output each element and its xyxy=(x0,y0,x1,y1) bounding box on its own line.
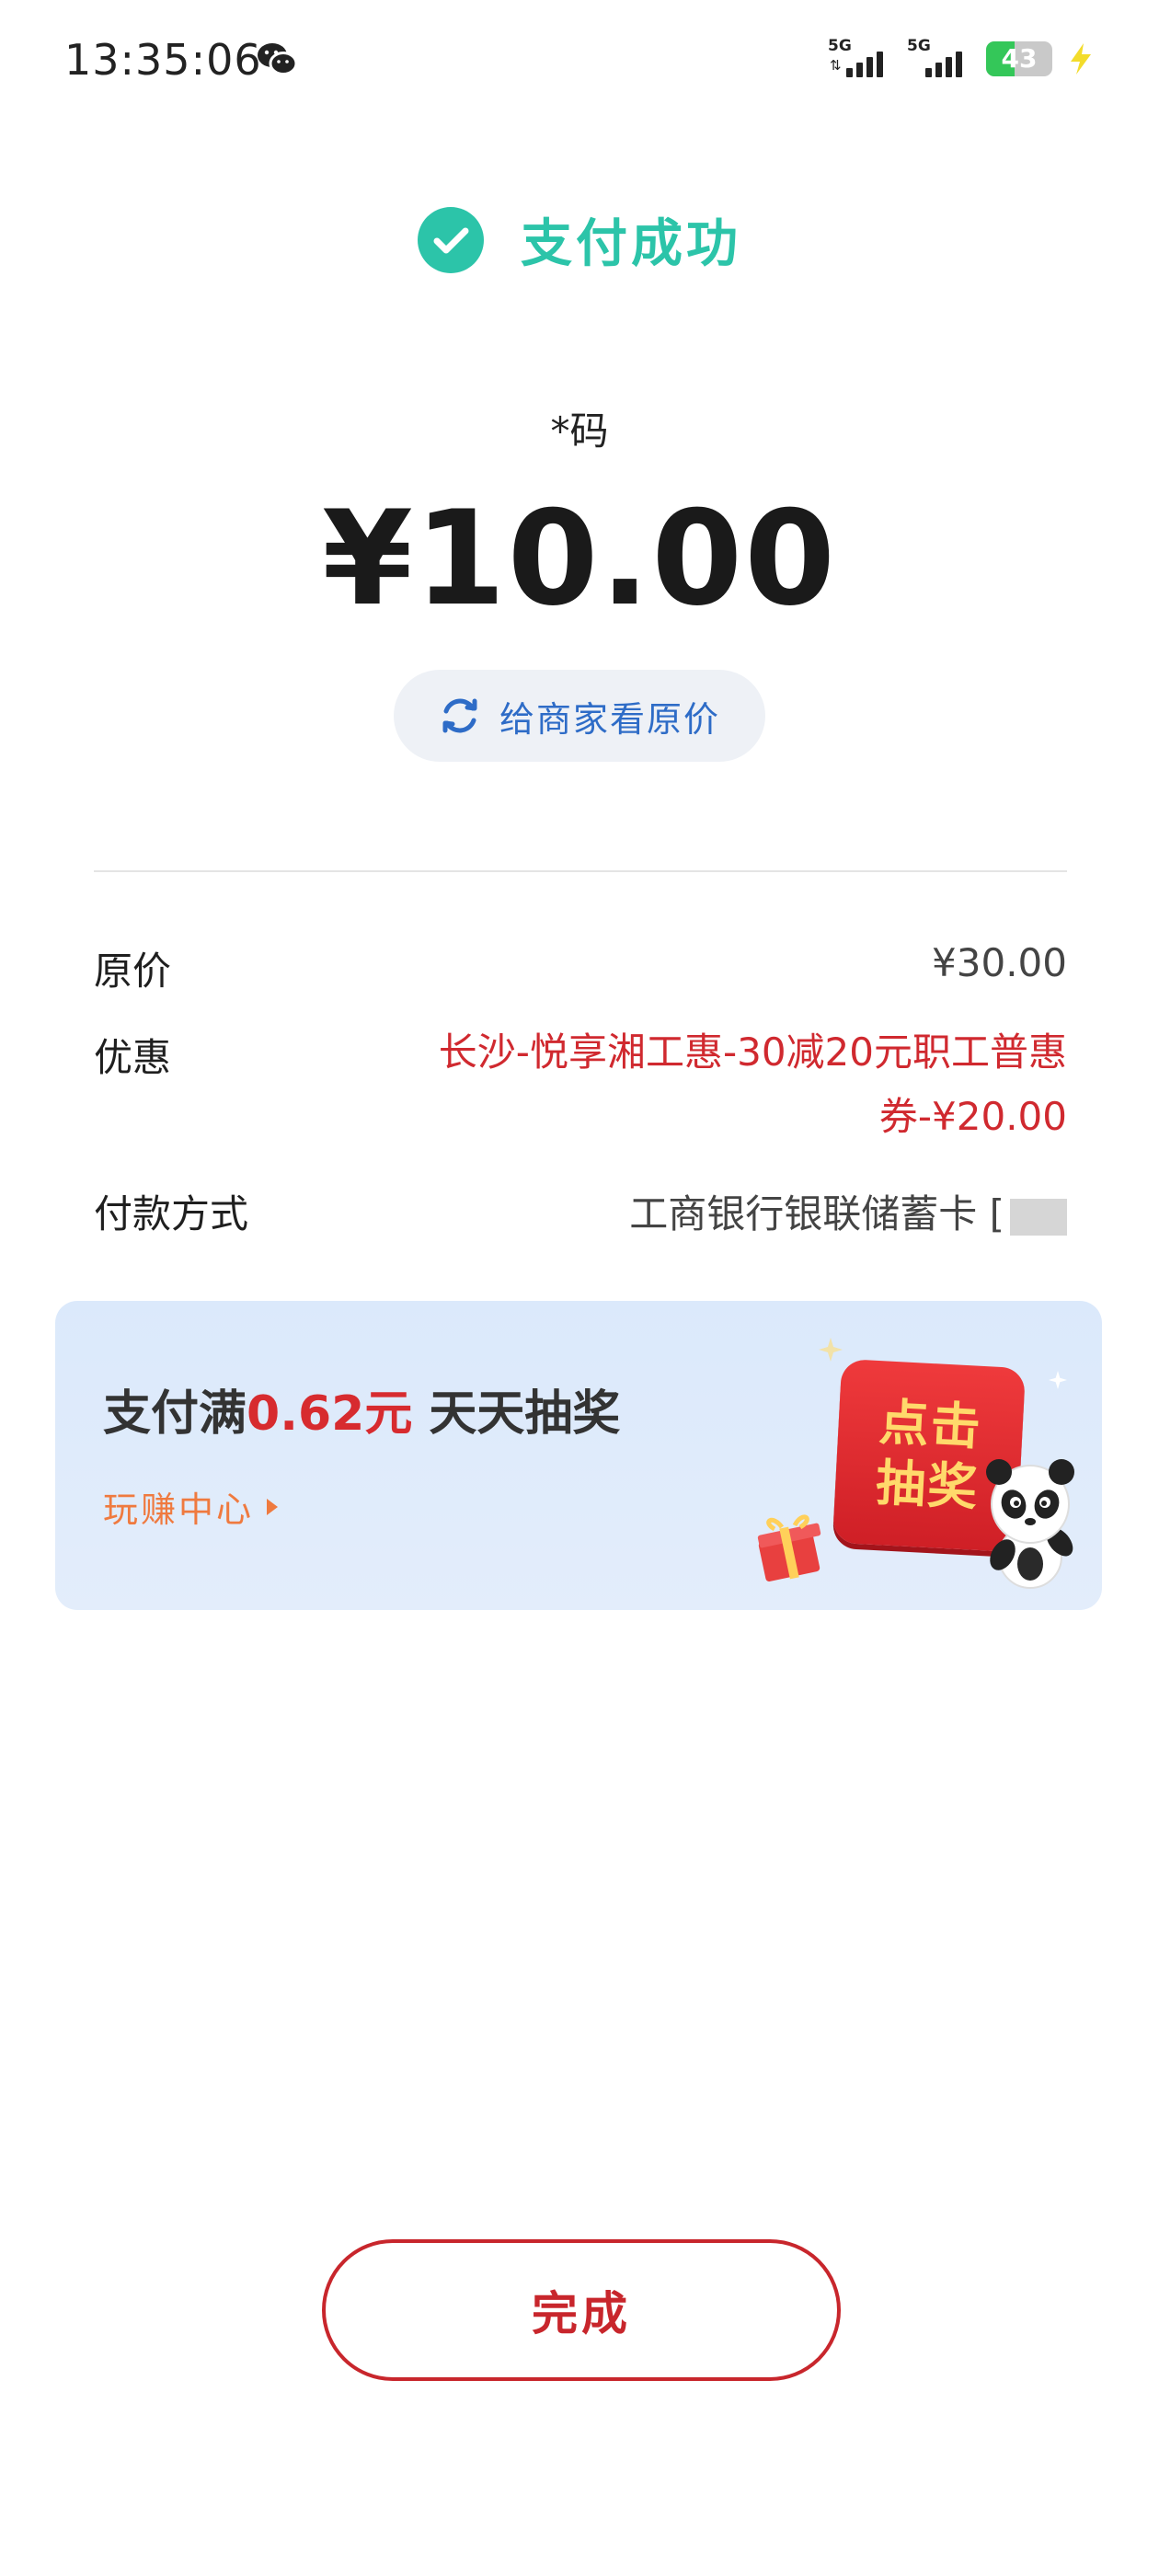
divider xyxy=(94,870,1067,872)
discount-label: 优惠 xyxy=(94,1035,172,1080)
check-circle-icon xyxy=(418,206,484,273)
signal-icon: 5G ⇅ xyxy=(828,37,892,81)
charging-bolt-icon xyxy=(1071,43,1091,75)
lottery-title: 支付满0.62元 天天抽奖 xyxy=(103,1386,621,1442)
panda-mascot-icon xyxy=(986,1459,1074,1589)
wechat-icon xyxy=(258,43,298,75)
lottery-threshold: 0.62元 xyxy=(247,1386,413,1442)
success-header: 支付成功 xyxy=(0,202,1159,277)
success-title: 支付成功 xyxy=(521,214,741,274)
redacted-card-number xyxy=(1010,1198,1067,1236)
merchant-name: *码 xyxy=(550,408,609,454)
play-earn-center-label: 玩赚中心 xyxy=(103,1489,255,1530)
draw-lottery-line1: 点击 xyxy=(878,1393,984,1456)
show-original-price-label: 给商家看原价 xyxy=(499,698,720,740)
refresh-icon xyxy=(442,698,477,733)
status-time: 13:35:06 xyxy=(64,35,262,85)
show-original-price-button[interactable]: 给商家看原价 xyxy=(394,670,765,762)
payment-method-text: 工商银行银联储蓄卡 [ xyxy=(629,1191,1004,1236)
done-label: 完成 xyxy=(532,2287,631,2340)
payment-method-label: 付款方式 xyxy=(94,1191,249,1236)
play-earn-center-link[interactable]: 玩赚中心 xyxy=(103,1481,280,1532)
done-button[interactable]: 完成 xyxy=(322,2239,841,2381)
draw-lottery-line2: 抽奖 xyxy=(874,1454,981,1517)
original-price-label: 原价 xyxy=(94,949,172,994)
signal-icon: 5G xyxy=(907,37,971,81)
battery-icon: 43 xyxy=(986,41,1052,76)
status-bar: 13:35:06 5G ⇅ 5G 43 xyxy=(0,0,1159,129)
sparkle-icon xyxy=(819,1338,843,1362)
lottery-banner[interactable]: 支付满0.62元 天天抽奖 玩赚中心 点击 抽奖 xyxy=(55,1301,1102,1610)
battery-level: 43 xyxy=(1001,43,1038,74)
sparkle-icon xyxy=(1049,1371,1067,1389)
lottery-artwork: 点击 抽奖 xyxy=(754,1325,1085,1601)
discount-value: 长沙-悦享湘工惠-30减20元职工普惠券-¥20.00 xyxy=(438,1029,1067,1139)
paid-amount: ¥10.00 xyxy=(322,483,837,635)
original-price-value: ¥30.00 xyxy=(932,940,1067,985)
payment-method-value: 工商银行银联储蓄卡 [ xyxy=(629,1183,1067,1239)
gift-icon xyxy=(757,1514,821,1582)
triangle-right-icon xyxy=(267,1498,279,1515)
